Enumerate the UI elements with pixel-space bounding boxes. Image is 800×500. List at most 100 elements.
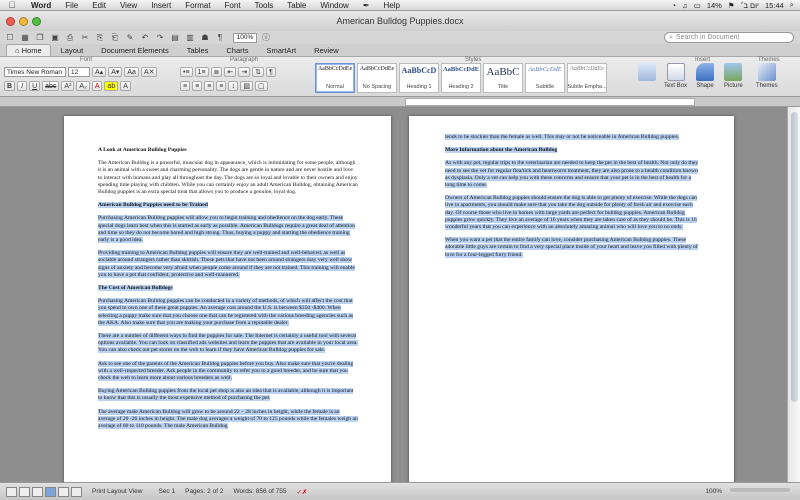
document-page-1[interactable]: A Look at American Bulldog Puppies The Am… [64, 116, 391, 482]
section-heading[interactable]: The Cost of American Bulldogs [98, 285, 173, 292]
highlight-icon[interactable]: ab [104, 81, 119, 91]
format-painter-icon[interactable]: ✎ [124, 32, 136, 43]
flag-icon[interactable]: ⚑ [728, 1, 735, 10]
body-paragraph[interactable]: Purchasing American Bulldog puppies will… [98, 215, 355, 244]
vertical-scrollbar[interactable] [787, 107, 800, 482]
text-styles-button[interactable] [638, 63, 656, 83]
shading-icon[interactable]: ▧ [240, 81, 253, 91]
help-icon[interactable]: ⓘ [260, 32, 272, 43]
tab-layout[interactable]: Layout [53, 45, 92, 56]
page-1-text[interactable]: A Look at American Bulldog Puppies The Am… [98, 147, 358, 436]
menu-format[interactable]: Format [178, 1, 217, 10]
battery-icon[interactable]: ▭ [694, 1, 701, 10]
search-input[interactable]: ⌕ Search in Document [664, 32, 794, 43]
show-marks-icon[interactable]: ¶ [266, 67, 277, 77]
change-case-icon[interactable]: Aa [124, 67, 139, 77]
justify-icon[interactable]: ≡ [216, 81, 227, 91]
bullets-icon[interactable]: •≡ [180, 67, 193, 77]
body-paragraph[interactable]: The average male American Bulldog will g… [98, 408, 358, 430]
templates-icon[interactable]: ▦ [19, 32, 31, 43]
strikethrough-icon[interactable]: abc [42, 81, 60, 91]
zoom-slider[interactable] [730, 488, 790, 492]
menu-window[interactable]: Window [313, 1, 355, 10]
copy-icon[interactable]: ⎘ [94, 32, 106, 43]
open-folder-icon[interactable]: ❐ [34, 32, 46, 43]
zoom-select[interactable]: 100% [233, 32, 257, 43]
tab-review[interactable]: Review [306, 45, 347, 56]
multilevel-icon[interactable]: ≣ [210, 67, 223, 77]
clock-time[interactable]: 15:44 [765, 1, 784, 10]
style-title[interactable]: AaBbC Title [483, 63, 523, 93]
publishing-view-icon[interactable] [32, 486, 43, 497]
wifi-icon[interactable]: ◔ [672, 1, 677, 10]
print-icon[interactable]: ⎙ [64, 32, 76, 43]
menu-app-name[interactable]: Word [24, 1, 58, 10]
style-heading-2[interactable]: AaBbCcDdE Heading 2 [441, 63, 481, 93]
pilcrow-icon[interactable]: ¶ [214, 32, 226, 43]
subscript-icon[interactable]: A₂ [76, 81, 90, 91]
tab-tables[interactable]: Tables [179, 45, 217, 56]
body-paragraph[interactable]: The American Bulldog is a powerful, musc… [98, 160, 358, 195]
volume-icon[interactable]: ♫ [682, 1, 688, 10]
themes-button[interactable]: Themes [756, 63, 778, 89]
style-no-spacing[interactable]: AaBbCcDdEe No Spacing [357, 63, 397, 93]
zoom-level[interactable]: 100% [705, 488, 722, 495]
notebook-view-icon[interactable] [58, 486, 69, 497]
redo-icon[interactable]: ↷ [154, 32, 166, 43]
menu-font[interactable]: Font [218, 1, 248, 10]
decrease-indent-icon[interactable]: ⇤ [224, 67, 237, 77]
clock-day[interactable]: יום ב׳ [741, 1, 759, 10]
align-center-icon[interactable]: ≡ [192, 81, 203, 91]
picture-button[interactable]: Picture [724, 63, 743, 89]
underline-icon[interactable]: U [29, 81, 41, 91]
clear-formatting-icon[interactable]: A✕ [140, 67, 158, 77]
tab-charts[interactable]: Charts [218, 45, 256, 56]
body-paragraph[interactable]: tends to be stockier than the female as … [445, 134, 680, 140]
style-subtle-emphasis[interactable]: AaBbCcDdEe Subtle Empha... [567, 63, 607, 93]
font-name-select[interactable]: Times New Roman [4, 67, 66, 77]
bold-icon[interactable]: B [4, 81, 16, 91]
menu-table[interactable]: Table [280, 1, 313, 10]
font-size-select[interactable]: 12 [68, 67, 90, 77]
text-effects-icon[interactable]: A [120, 81, 131, 91]
section-heading[interactable]: American Bulldog Puppies need to be Trai… [98, 202, 208, 209]
print-layout-view-icon[interactable] [45, 486, 56, 497]
document-workspace[interactable]: A Look at American Bulldog Puppies The Am… [0, 107, 787, 482]
grow-font-icon[interactable]: A▴ [92, 67, 107, 77]
body-paragraph[interactable]: When you want a pet that the entire fami… [445, 237, 698, 258]
outline-view-icon[interactable] [19, 486, 30, 497]
align-right-icon[interactable]: ≡ [204, 81, 215, 91]
style-subtitle[interactable]: AaBbCcDdE Subtitle [525, 63, 565, 93]
cut-icon[interactable]: ✂ [79, 32, 91, 43]
gallery-icon[interactable]: ▥ [184, 32, 196, 43]
section-heading[interactable]: More Information about the American Bull… [445, 147, 558, 154]
body-paragraph[interactable]: Purchasing American Bulldog puppies can … [98, 298, 354, 326]
tab-smartart[interactable]: SmartArt [258, 45, 304, 56]
page-2-text[interactable]: tends to be stockier than the female as … [445, 134, 701, 265]
font-color-icon[interactable]: A [91, 81, 103, 91]
draft-view-icon[interactable] [6, 486, 17, 497]
spelling-check-icon[interactable]: ✓✗ [296, 488, 307, 496]
save-icon[interactable]: ▣ [49, 32, 61, 43]
style-heading-1[interactable]: AaBbCcD Heading 1 [399, 63, 439, 93]
body-paragraph[interactable]: As with any pet, regular trips to the ve… [445, 160, 699, 189]
sidebar-toggle-icon[interactable]: ▤ [169, 32, 181, 43]
menu-edit[interactable]: Edit [85, 1, 113, 10]
body-paragraph[interactable]: Providing training to American Bulldog p… [98, 250, 355, 278]
paste-icon[interactable]: ⎗ [109, 32, 121, 43]
new-document-icon[interactable]: ☐ [4, 32, 16, 43]
menu-file[interactable]: File [58, 1, 85, 10]
scroll-thumb[interactable] [791, 112, 798, 402]
toolbox-icon[interactable]: ☗ [199, 32, 211, 43]
menu-insert[interactable]: Insert [144, 1, 178, 10]
body-paragraph[interactable]: Ask to see one of the parents of the Ame… [98, 360, 354, 382]
body-paragraph[interactable]: Buying American Bulldog puppies from the… [98, 388, 354, 402]
menu-view[interactable]: View [113, 1, 144, 10]
menu-help[interactable]: Help [377, 1, 407, 10]
fullscreen-view-icon[interactable] [71, 486, 82, 497]
section-heading[interactable]: A Look at American Bulldog Puppies [98, 147, 187, 153]
document-page-2[interactable]: tends to be stockier than the female as … [409, 116, 734, 482]
numbering-icon[interactable]: 1≡ [194, 67, 209, 77]
superscript-icon[interactable]: A² [61, 81, 75, 91]
shrink-font-icon[interactable]: A▾ [108, 67, 123, 77]
